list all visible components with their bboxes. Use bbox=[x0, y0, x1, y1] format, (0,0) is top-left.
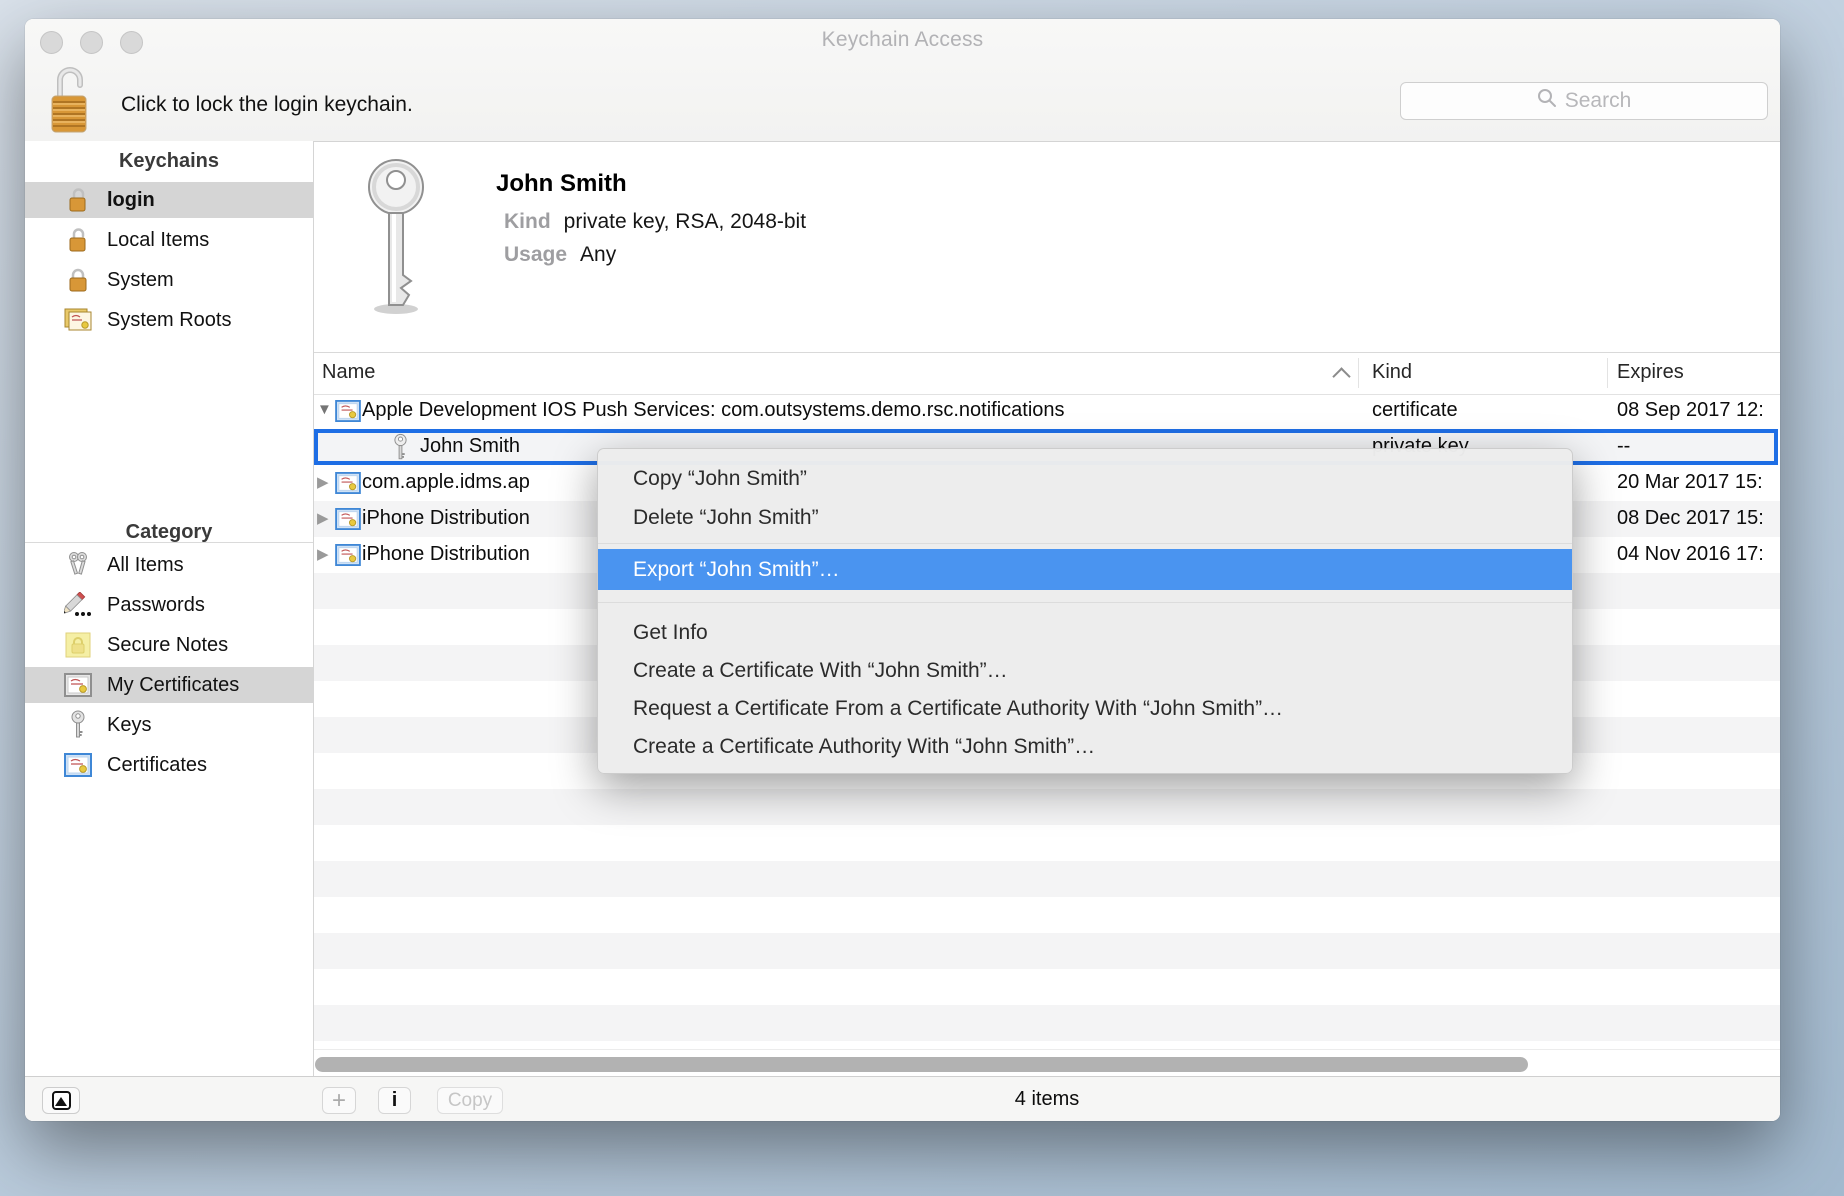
sidebar-item-all-items[interactable]: All Items bbox=[25, 547, 313, 583]
row-name: John Smith bbox=[420, 435, 520, 458]
lock-closed-icon bbox=[63, 267, 93, 293]
certificate-blue-icon bbox=[335, 472, 361, 500]
key-icon bbox=[363, 157, 433, 322]
sidebar-item-keys[interactable]: Keys bbox=[25, 707, 313, 743]
row-name: com.apple.idms.ap bbox=[362, 471, 530, 494]
certificate-stack-icon bbox=[63, 308, 93, 332]
secure-note-icon bbox=[63, 632, 93, 658]
certificate-blue-icon bbox=[63, 753, 93, 777]
sidebar-item-label: Local Items bbox=[107, 229, 209, 252]
desktop-background: Keychain Access bbox=[0, 0, 1844, 1196]
column-divider[interactable] bbox=[1607, 358, 1608, 388]
row-expires: 08 Sep 2017 12: bbox=[1617, 399, 1778, 422]
sidebar-item-secure-notes[interactable]: Secure Notes bbox=[25, 627, 313, 663]
keys-bunch-icon bbox=[63, 551, 93, 579]
certificate-blue-icon bbox=[335, 508, 361, 536]
certificate-blue-icon bbox=[335, 400, 361, 428]
sidebar-item-label: Keys bbox=[107, 714, 151, 737]
context-menu: Copy “John Smith” Delete “John Smith” Ex… bbox=[597, 448, 1573, 774]
column-header-expires[interactable]: Expires bbox=[1617, 361, 1684, 384]
lock-open-icon bbox=[63, 187, 93, 213]
row-name: Apple Development IOS Push Services: com… bbox=[362, 399, 1065, 422]
row-name: iPhone Distribution bbox=[362, 507, 530, 530]
sidebar-item-system-roots[interactable]: System Roots bbox=[25, 302, 313, 338]
disclosure-collapsed-icon[interactable]: ▶ bbox=[317, 509, 333, 527]
column-header-name[interactable]: Name bbox=[322, 361, 375, 384]
menu-separator bbox=[598, 590, 1572, 614]
lock-status-message: Click to lock the login keychain. bbox=[121, 93, 413, 117]
menu-item-copy[interactable]: Copy “John Smith” bbox=[598, 459, 1572, 498]
sidebar-item-system[interactable]: System bbox=[25, 262, 313, 298]
sidebar-item-label: System bbox=[107, 269, 174, 292]
keychain-access-window: Keychain Access bbox=[25, 19, 1780, 1121]
row-expires: 20 Mar 2017 15: bbox=[1617, 471, 1778, 494]
horizontal-scrollbar[interactable] bbox=[315, 1057, 1528, 1072]
table-row[interactable]: ▼ Apple Development IOS Push Services: c… bbox=[314, 393, 1780, 429]
row-expires: -- bbox=[1617, 435, 1772, 458]
row-expires: 08 Dec 2017 15: bbox=[1617, 507, 1778, 530]
detail-title: John Smith bbox=[496, 170, 627, 198]
window-title: Keychain Access bbox=[25, 28, 1780, 52]
column-header-kind[interactable]: Kind bbox=[1372, 361, 1412, 384]
key-icon bbox=[393, 433, 408, 468]
disclosure-expanded-icon[interactable]: ▼ bbox=[317, 401, 333, 418]
column-divider[interactable] bbox=[1358, 358, 1359, 388]
sidebar-item-label: Certificates bbox=[107, 754, 207, 777]
sidebar-item-label: All Items bbox=[107, 554, 184, 577]
search-input[interactable]: Search bbox=[1400, 82, 1768, 120]
sidebar-item-my-certificates[interactable]: My Certificates bbox=[25, 667, 313, 703]
row-expires: 04 Nov 2016 17: bbox=[1617, 543, 1778, 566]
table-header: Name Kind Expires bbox=[314, 352, 1780, 395]
lock-open-icon bbox=[63, 227, 93, 253]
certificate-gray-icon bbox=[63, 673, 93, 697]
sidebar-item-certificates[interactable]: Certificates bbox=[25, 747, 313, 783]
sidebar-item-label: My Certificates bbox=[107, 674, 239, 697]
disclosure-collapsed-icon[interactable]: ▶ bbox=[317, 545, 333, 563]
search-placeholder: Search bbox=[1565, 89, 1632, 113]
pencil-icon bbox=[63, 592, 93, 618]
panel-toggle-icon bbox=[52, 1091, 71, 1110]
lock-open-icon[interactable] bbox=[49, 63, 91, 140]
sidebar-header-category: Category bbox=[25, 521, 313, 544]
sidebar-header-keychains: Keychains bbox=[25, 150, 313, 173]
row-name: iPhone Distribution bbox=[362, 543, 530, 566]
menu-separator bbox=[598, 537, 1572, 549]
menu-item-export[interactable]: Export “John Smith”… bbox=[598, 549, 1572, 590]
certificate-blue-icon bbox=[335, 544, 361, 572]
sidebar-item-login[interactable]: login bbox=[25, 182, 313, 218]
key-icon bbox=[63, 710, 93, 740]
search-icon bbox=[1537, 88, 1557, 114]
sidebar-item-local-items[interactable]: Local Items bbox=[25, 222, 313, 258]
items-count: 4 items bbox=[314, 1088, 1780, 1111]
field-label: Usage bbox=[504, 243, 567, 267]
sidebar-item-label: System Roots bbox=[107, 309, 231, 332]
field-value: private key, RSA, 2048-bit bbox=[564, 210, 806, 234]
menu-item-create-certificate-authority[interactable]: Create a Certificate Authority With “Joh… bbox=[598, 728, 1572, 766]
field-label: Kind bbox=[504, 210, 551, 234]
menu-item-create-certificate[interactable]: Create a Certificate With “John Smith”… bbox=[598, 652, 1572, 690]
sort-ascending-icon bbox=[1332, 367, 1350, 385]
scrollbar-track-divider bbox=[314, 1049, 1780, 1050]
window-header: Keychain Access bbox=[25, 19, 1780, 142]
menu-item-request-certificate[interactable]: Request a Certificate From a Certificate… bbox=[598, 690, 1572, 728]
menu-item-delete[interactable]: Delete “John Smith” bbox=[598, 498, 1572, 537]
sidebar-item-label: Passwords bbox=[107, 594, 205, 617]
menu-item-get-info[interactable]: Get Info bbox=[598, 614, 1572, 652]
sidebar-item-passwords[interactable]: Passwords bbox=[25, 587, 313, 623]
status-bar: + i Copy 4 items bbox=[25, 1076, 1780, 1121]
detail-field-kind: Kind private key, RSA, 2048-bit bbox=[504, 210, 806, 234]
detail-field-usage: Usage Any bbox=[504, 243, 616, 267]
category-divider bbox=[25, 542, 313, 543]
disclosure-collapsed-icon[interactable]: ▶ bbox=[317, 473, 333, 491]
field-value: Any bbox=[580, 243, 616, 267]
row-kind: certificate bbox=[1372, 399, 1458, 422]
sidebar-item-label: Secure Notes bbox=[107, 634, 228, 657]
toggle-keychains-button[interactable] bbox=[42, 1087, 80, 1114]
sidebar-item-label: login bbox=[107, 189, 155, 212]
